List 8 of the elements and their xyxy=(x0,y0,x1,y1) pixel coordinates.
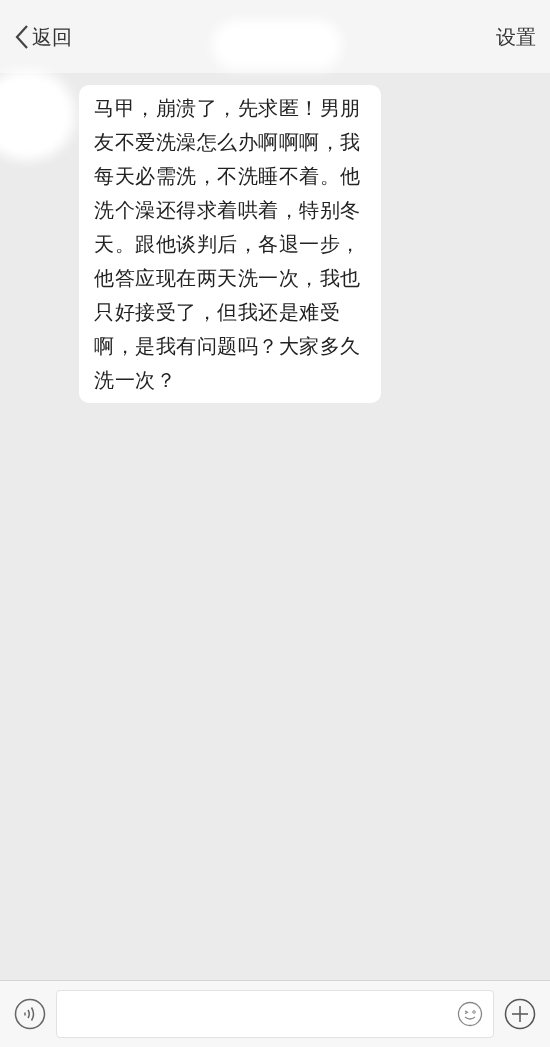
plus-icon[interactable] xyxy=(504,998,536,1030)
settings-link[interactable]: 设置 xyxy=(496,21,536,52)
message-bubble: 马甲，崩溃了，先求匿！男朋友不爱洗澡怎么办啊啊啊，我每天必需洗，不洗睡不着。他洗个澡还得求着哄着，特别冬天。跟他谈判后，各退一步，他答应现在两天洗一次，我也只好接受了，但我还是难受啊，是我有问题吗？大家多久洗一次？ xyxy=(79,85,381,403)
smiley-icon[interactable] xyxy=(457,1001,483,1027)
back-icon xyxy=(14,23,30,50)
back-button[interactable]: 返回 xyxy=(14,21,72,52)
message-input-field[interactable] xyxy=(56,990,494,1038)
voice-icon[interactable] xyxy=(14,998,46,1030)
